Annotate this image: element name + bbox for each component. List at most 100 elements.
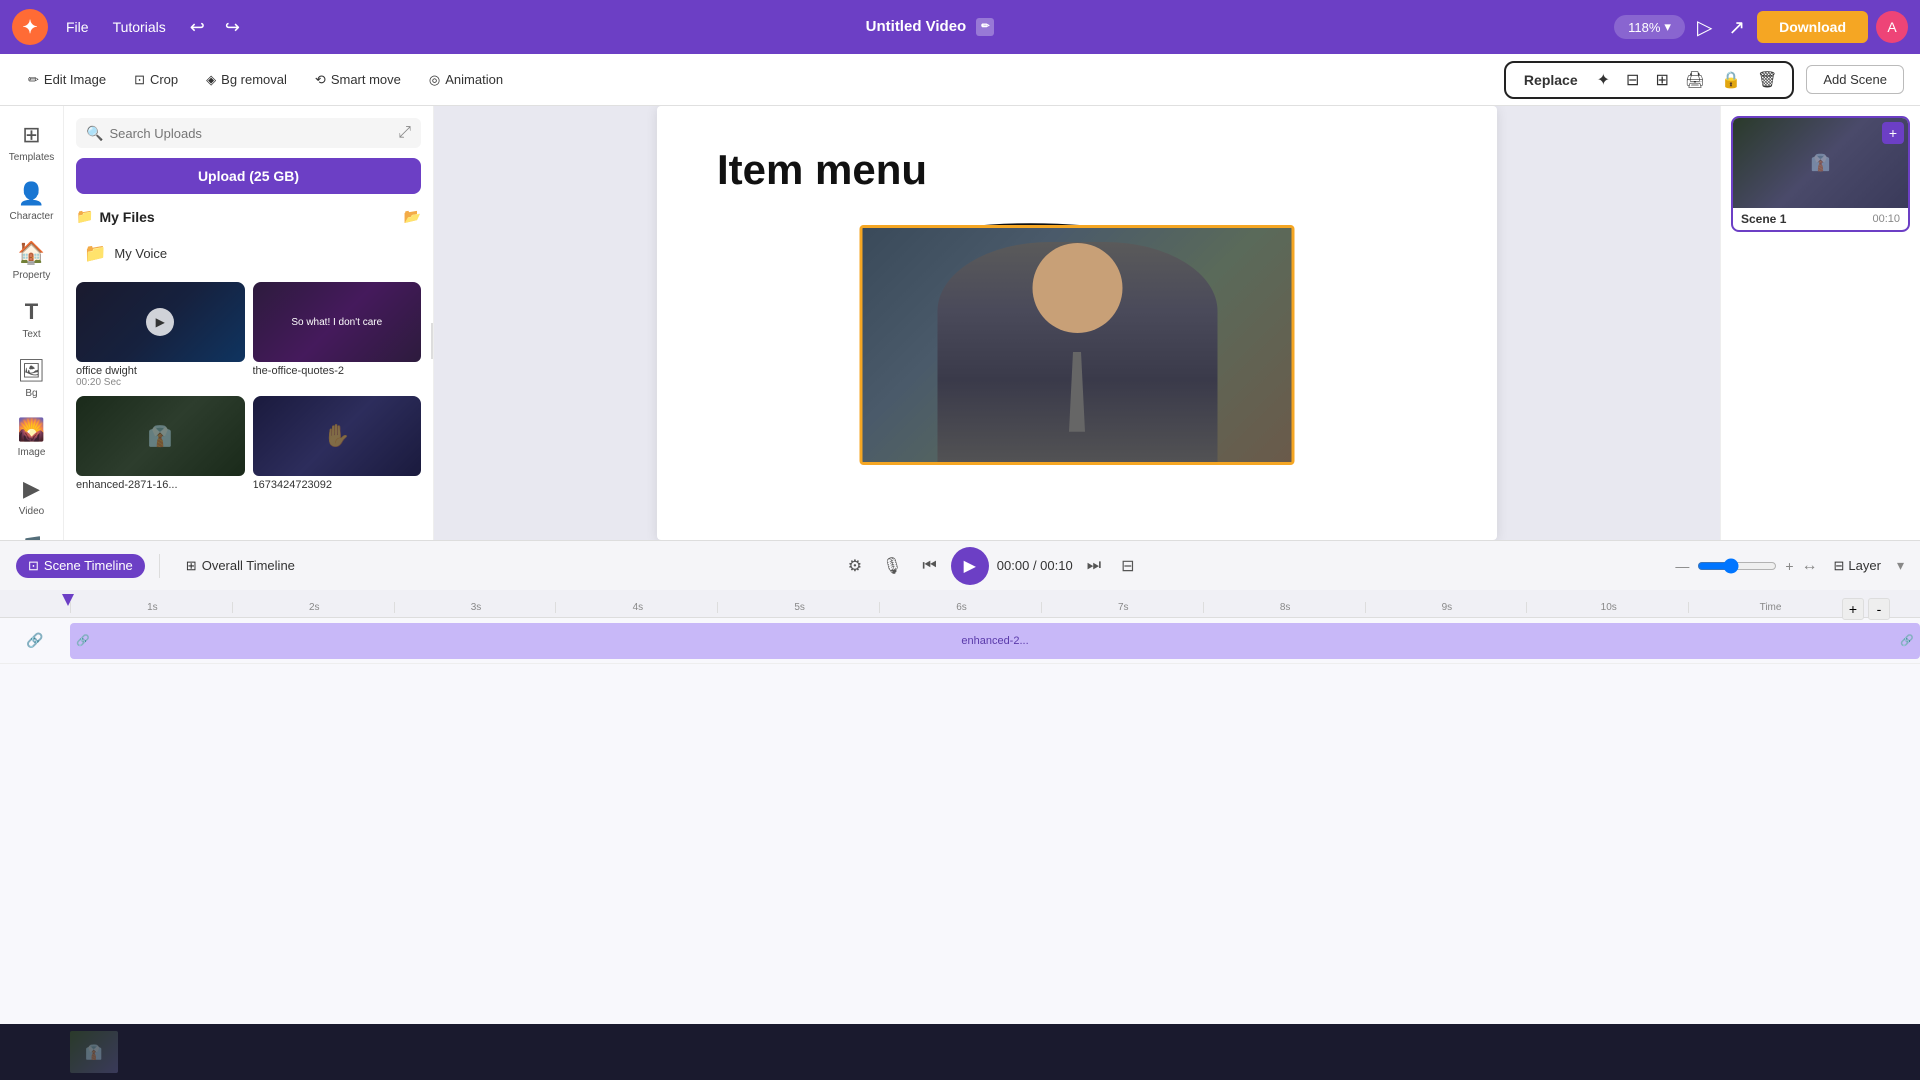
share-icon[interactable]: ↗ [1724,11,1749,44]
scene-card[interactable]: 👔 Scene 1 00:10 + [1731,116,1910,232]
search-input[interactable] [109,126,392,141]
file-item[interactable]: ✋ 1673424723092 [253,396,422,491]
scene-timeline-tab[interactable]: ⊡ Scene Timeline [16,554,145,578]
lock-icon[interactable]: 🔒 [1716,67,1746,93]
zoom-in-icon: + [1785,558,1793,574]
play-button[interactable]: ▶ [951,547,989,585]
sidebar-item-templates[interactable]: ⊞ Templates [4,114,60,171]
replace-toolbar: Replace ✦ ⊟ ⊞ 🖨 🔒 🗑 [1504,61,1794,99]
link-icon: 🔗 [26,632,43,649]
ruler-mark: 5s [717,602,879,613]
property-icon: 🏠 [18,240,45,266]
present-icon[interactable]: ▷ [1693,11,1716,44]
bg-removal-label: Bg removal [221,72,287,87]
sidebar-item-bg[interactable]: 🖼 Bg [4,350,60,407]
edit-image-label: Edit Image [44,72,106,87]
tutorials-menu[interactable]: Tutorials [103,15,176,39]
upload-button[interactable]: Upload (25 GB) [76,158,421,194]
sidebar-item-text[interactable]: T Text [4,291,60,348]
grid-icon[interactable]: ⊞ [1650,67,1673,93]
skip-forward-icon[interactable]: ⏭ [1081,553,1107,579]
download-button[interactable]: Download [1757,11,1868,43]
scene-add-button[interactable]: + [1882,122,1904,144]
arrows-icon: ↔ [1802,557,1818,575]
undo-button[interactable]: ↩ [184,13,211,42]
play-icon: ▶ [146,308,174,336]
sidebar-item-property[interactable]: 🏠 Property [4,232,60,289]
app-logo[interactable]: ✦ [12,9,48,45]
sidebar-item-image[interactable]: 🌄 Image [4,409,60,466]
scene-title: Scene 1 [1741,212,1786,226]
sidebar-item-character[interactable]: 👤 Character [4,173,60,230]
zoom-slider[interactable] [1697,558,1777,574]
file-name: office dwight [76,365,245,377]
edit-image-icon: ✏ [28,72,39,88]
ruler-mark: Time [1688,602,1850,613]
expand-timeline-icon[interactable]: ▾ [1897,557,1904,574]
sidebar-item-video[interactable]: ▶ Video [4,468,60,525]
lock-left-icon: 🔗 [76,634,90,647]
rotate-handle[interactable]: ↻ [1067,464,1087,465]
ruler-mark: 7s [1041,602,1203,613]
replace-button[interactable]: Replace [1516,69,1586,91]
layer-button[interactable]: ⊟ Layer [1826,554,1889,578]
file-thumbnail: ▶ [76,282,245,362]
add-folder-icon[interactable]: 📂 [404,208,421,225]
file-grid: ▶ office dwight 00:20 Sec So what! I don… [76,282,421,491]
file-menu[interactable]: File [56,15,99,39]
my-voice-item[interactable]: 📁 My Voice [76,235,421,272]
expand-icon[interactable]: ⤢ [398,124,411,142]
total-time: 00:10 [1040,558,1073,573]
animation-button[interactable]: ◎ Animation [417,66,515,94]
folder-icon: 📁 [76,208,93,225]
my-files-section: 📁 My Files 📂 [76,208,421,225]
lock-right-icon: 🔗 [1900,634,1914,647]
sidebar-item-label: Property [13,270,51,281]
settings-icon[interactable]: ⚙ [842,552,868,580]
file-item[interactable]: 👔 enhanced-2871-16... [76,396,245,491]
zoom-control[interactable]: 118% ▾ [1614,15,1685,39]
smart-move-button[interactable]: ⟲ Smart move [303,66,413,94]
animation-label: Animation [445,72,503,87]
clip-label: enhanced-2... [961,635,1028,647]
file-item[interactable]: ▶ office dwight 00:20 Sec [76,282,245,388]
print-icon[interactable]: 🖨 [1680,67,1710,93]
editbar: ✏ Edit Image ⊡ Crop ◈ Bg removal ⟲ Smart… [0,54,1920,106]
avatar[interactable]: A [1876,11,1908,43]
sidebar-item-label: Bg [25,388,37,399]
sidebar-item-music[interactable]: 🎵 Music [4,527,60,540]
ruler-mark: 4s [555,602,717,613]
bg-removal-button[interactable]: ◈ Bg removal [194,66,299,94]
timeline-bottom: 👔 [0,1024,1920,1080]
ruler-mark: 2s [232,602,394,613]
zoom-plus-button[interactable]: + [1842,598,1864,620]
scene-info: Scene 1 00:10 [1733,208,1908,230]
zoom-minus-button[interactable]: - [1868,598,1890,620]
delete-icon[interactable]: 🗑 [1752,67,1782,93]
sidebar-item-label: Image [18,447,46,458]
canvas-background: Item menu [657,106,1497,540]
title-text: Untitled Video [866,18,967,35]
video-frame[interactable]: ↻ [860,225,1295,465]
split-view-icon[interactable]: ⊟ [1621,67,1644,93]
crop-label: Crop [150,72,178,87]
layer-icon: ⊟ [1834,558,1845,574]
bg-icon: 🖼 [18,358,46,384]
skip-back-icon[interactable]: ⏮ [916,553,942,579]
timeline-ruler: 1s 2s 3s 4s 5s 6s 7s 8s 9s 10s Time + - [0,590,1920,618]
redo-button[interactable]: ↪ [219,13,246,42]
file-thumbnail: ✋ [253,396,422,476]
enhance-icon[interactable]: ✦ [1592,67,1615,93]
track-clip[interactable]: 🔗 enhanced-2... 🔗 [70,623,1920,659]
title-edit-icon[interactable]: ✏ [976,18,994,36]
video-inner [863,228,1292,462]
file-item[interactable]: So what! I don't care the-office-quotes-… [253,282,422,388]
mic-icon[interactable]: 🎙 [876,552,908,580]
edit-image-button[interactable]: ✏ Edit Image [16,66,118,94]
add-scene-button[interactable]: Add Scene [1806,65,1904,94]
crop-button[interactable]: ⊡ Crop [122,66,190,94]
file-thumbnail: So what! I don't care [253,282,422,362]
zoom-out-icon: — [1675,558,1689,574]
overall-timeline-tab[interactable]: ⊞ Overall Timeline [174,554,307,578]
caption-icon[interactable]: ⊟ [1115,552,1140,580]
